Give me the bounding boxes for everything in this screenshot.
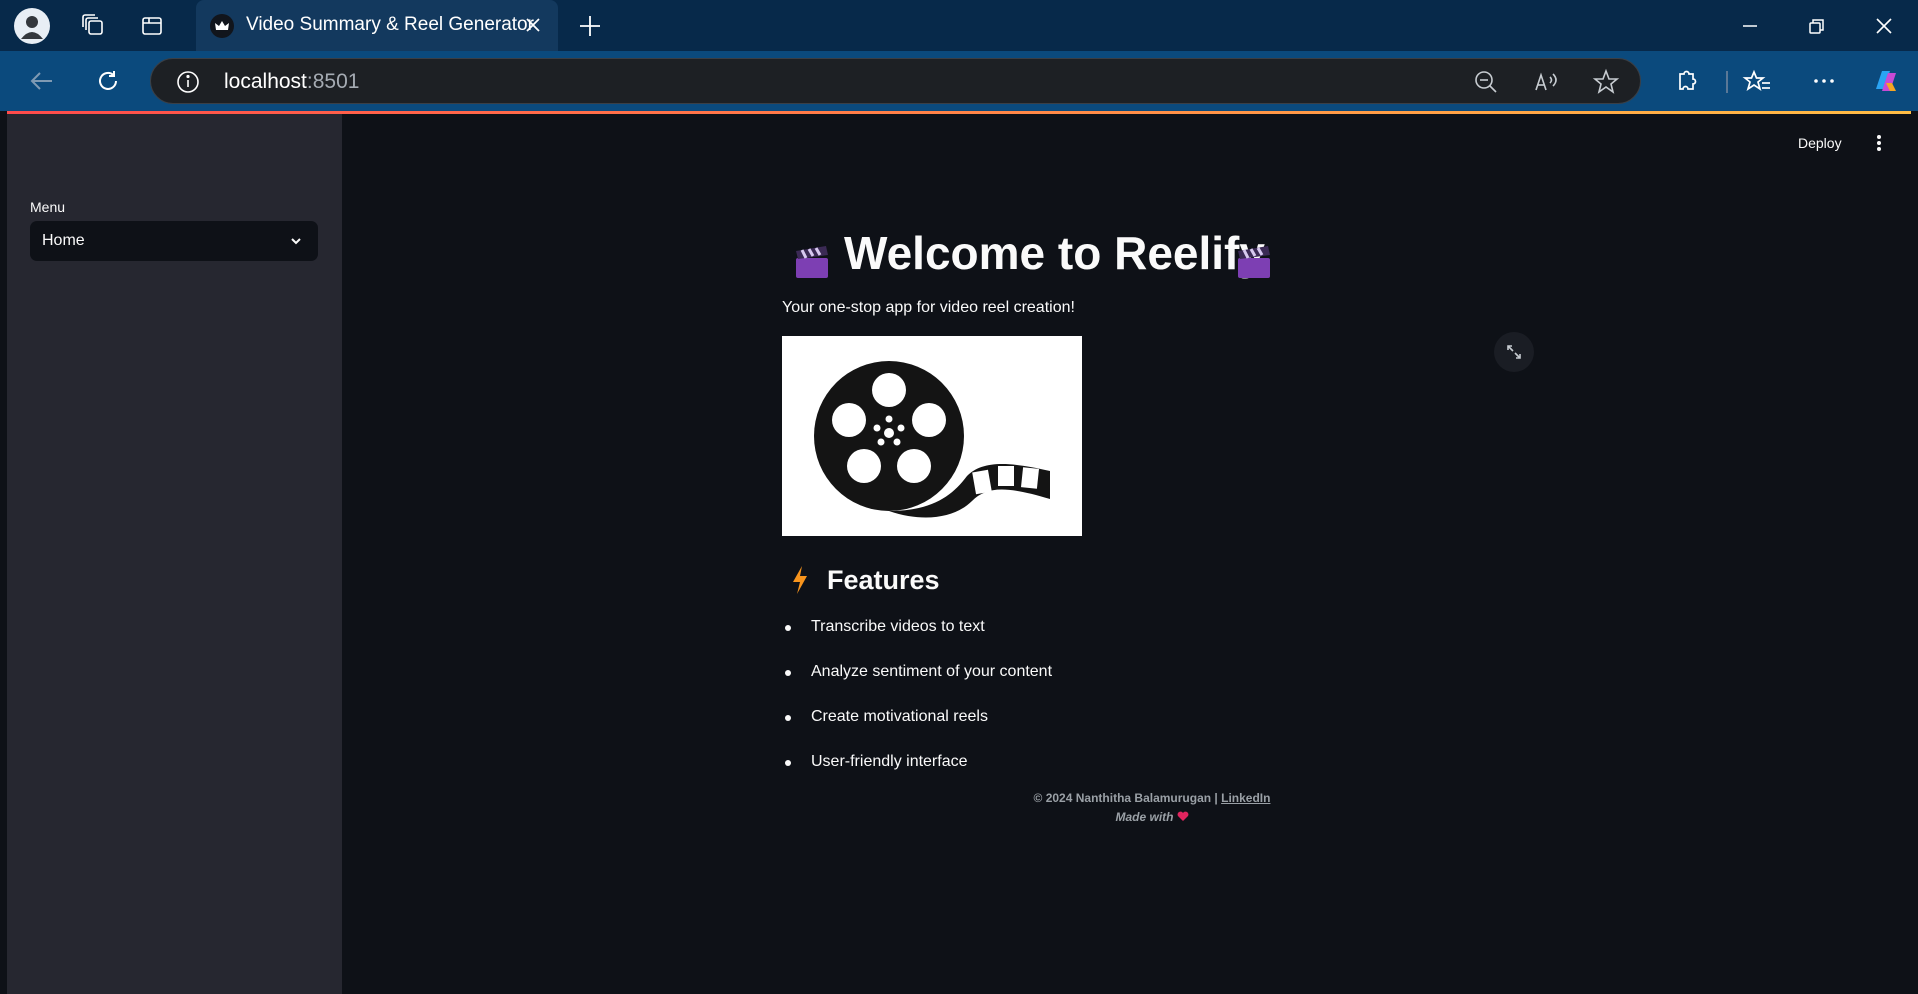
footer-copyright-row: © 2024 Nanthitha Balamurugan | LinkedIn	[782, 791, 1522, 810]
feature-text: User-friendly interface	[811, 753, 968, 770]
minimize-icon[interactable]	[1732, 8, 1768, 44]
lightning-icon	[790, 565, 810, 595]
film-reel-image	[782, 336, 1082, 536]
features-list: Transcribe videos to text Analyze sentim…	[782, 616, 1052, 796]
footer-copyright: © 2024 Nanthitha Balamurugan |	[1033, 791, 1222, 805]
list-item: Transcribe videos to text	[782, 616, 1052, 661]
close-window-icon[interactable]	[1866, 8, 1902, 44]
main-menu-icon[interactable]	[1869, 131, 1889, 155]
new-tab-icon[interactable]	[572, 8, 608, 44]
toolbar-divider	[1726, 71, 1728, 93]
bullet-icon	[785, 760, 791, 766]
app-viewport: Menu Home Deploy Welcome to Reelify Your…	[7, 111, 1911, 994]
list-item: Create motivational reels	[782, 706, 1052, 751]
clapper-board-icon	[792, 242, 832, 282]
features-heading: Features	[827, 565, 940, 595]
page-subtitle: Your one-stop app for video reel creatio…	[782, 299, 1075, 316]
list-item: User-friendly interface	[782, 751, 1052, 796]
bullet-icon	[785, 715, 791, 721]
footer-made-with: Made with	[1115, 810, 1174, 824]
active-tab[interactable]: Video Summary & Reel Generator	[196, 0, 558, 51]
extensions-icon[interactable]	[1668, 63, 1704, 99]
chevron-down-icon	[288, 233, 304, 249]
page-title: Welcome to Reelify	[844, 227, 1265, 279]
menu-label: Menu	[30, 199, 66, 215]
browser-tab-bar: Video Summary & Reel Generator	[0, 0, 1918, 51]
url-host: localhost	[224, 70, 307, 93]
page-title-row: Welcome to Reelify	[782, 226, 1522, 296]
bullet-icon	[785, 670, 791, 676]
streamlit-crown-icon	[210, 14, 234, 38]
more-menu-icon[interactable]	[1806, 63, 1842, 99]
url-port: :8501	[306, 70, 360, 93]
menu-select-value: Home	[42, 232, 85, 249]
feature-text: Transcribe videos to text	[811, 618, 985, 635]
menu-select[interactable]: Home	[30, 221, 318, 261]
url-text[interactable]: localhost:8501	[224, 70, 359, 94]
footer-made-with-row: Made with	[782, 810, 1522, 824]
fullscreen-button[interactable]	[1494, 332, 1534, 372]
sidebar: Menu Home	[7, 114, 342, 994]
tab-title: Video Summary & Reel Generator	[246, 14, 534, 35]
refresh-icon[interactable]	[90, 63, 126, 99]
list-item: Analyze sentiment of your content	[782, 661, 1052, 706]
browser-address-bar: localhost:8501	[0, 51, 1918, 111]
linkedin-link[interactable]: LinkedIn	[1221, 791, 1270, 805]
back-icon[interactable]	[24, 63, 60, 99]
favorites-icon[interactable]	[1740, 63, 1776, 99]
restore-icon[interactable]	[1798, 8, 1834, 44]
site-info-icon[interactable]	[171, 65, 205, 99]
footer: © 2024 Nanthitha Balamurugan | LinkedIn …	[782, 791, 1522, 824]
feature-text: Analyze sentiment of your content	[811, 663, 1053, 680]
deploy-button[interactable]: Deploy	[1798, 135, 1842, 151]
workspaces-icon[interactable]	[76, 8, 112, 44]
favorite-star-icon[interactable]	[1589, 65, 1623, 99]
tab-actions-icon[interactable]	[134, 8, 170, 44]
zoom-out-icon[interactable]	[1469, 65, 1503, 99]
url-omnibox[interactable]: localhost:8501	[150, 58, 1641, 104]
close-tab-icon[interactable]	[520, 12, 546, 38]
bullet-icon	[785, 625, 791, 631]
profile-avatar[interactable]	[14, 8, 50, 44]
feature-text: Create motivational reels	[811, 708, 988, 725]
heart-icon	[1177, 811, 1189, 822]
copilot-icon[interactable]	[1868, 63, 1904, 99]
clapper-board-icon	[1234, 242, 1274, 282]
read-aloud-icon[interactable]	[1529, 65, 1563, 99]
